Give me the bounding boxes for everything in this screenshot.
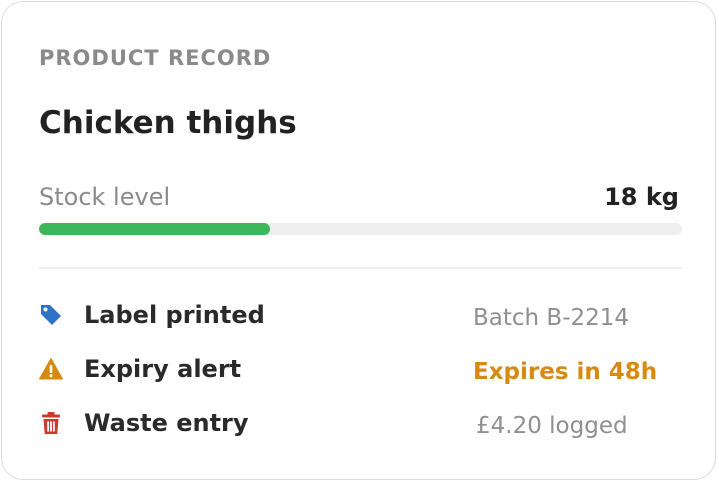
event-row-waste-entry: Waste entry £4.20 logged — [39, 403, 682, 443]
warning-icon — [39, 357, 63, 381]
event-label: Label printed — [84, 301, 265, 329]
event-row-label-printed: Label printed Batch B-2214 — [39, 295, 682, 335]
divider — [39, 267, 682, 269]
stock-level-value: 18 kg — [604, 183, 679, 211]
card-eyebrow: PRODUCT RECORD — [39, 46, 272, 70]
product-title: Chicken thighs — [39, 105, 297, 141]
stock-level-label: Stock level — [39, 183, 171, 211]
event-row-expiry-alert: Expiry alert Expires in 48h — [39, 349, 682, 389]
stock-level-bar-fill — [39, 223, 271, 235]
event-label: Expiry alert — [84, 355, 242, 383]
tag-icon — [39, 303, 63, 327]
trash-icon — [39, 411, 63, 435]
stock-level-bar — [39, 223, 682, 235]
expiry-value: Expires in 48h — [473, 359, 658, 385]
event-value: £4.20 logged — [476, 413, 628, 439]
event-value: Batch B-2214 — [473, 305, 630, 331]
event-label: Waste entry — [84, 409, 249, 437]
product-record-card: PRODUCT RECORD Chicken thighs Stock leve… — [1, 1, 716, 480]
